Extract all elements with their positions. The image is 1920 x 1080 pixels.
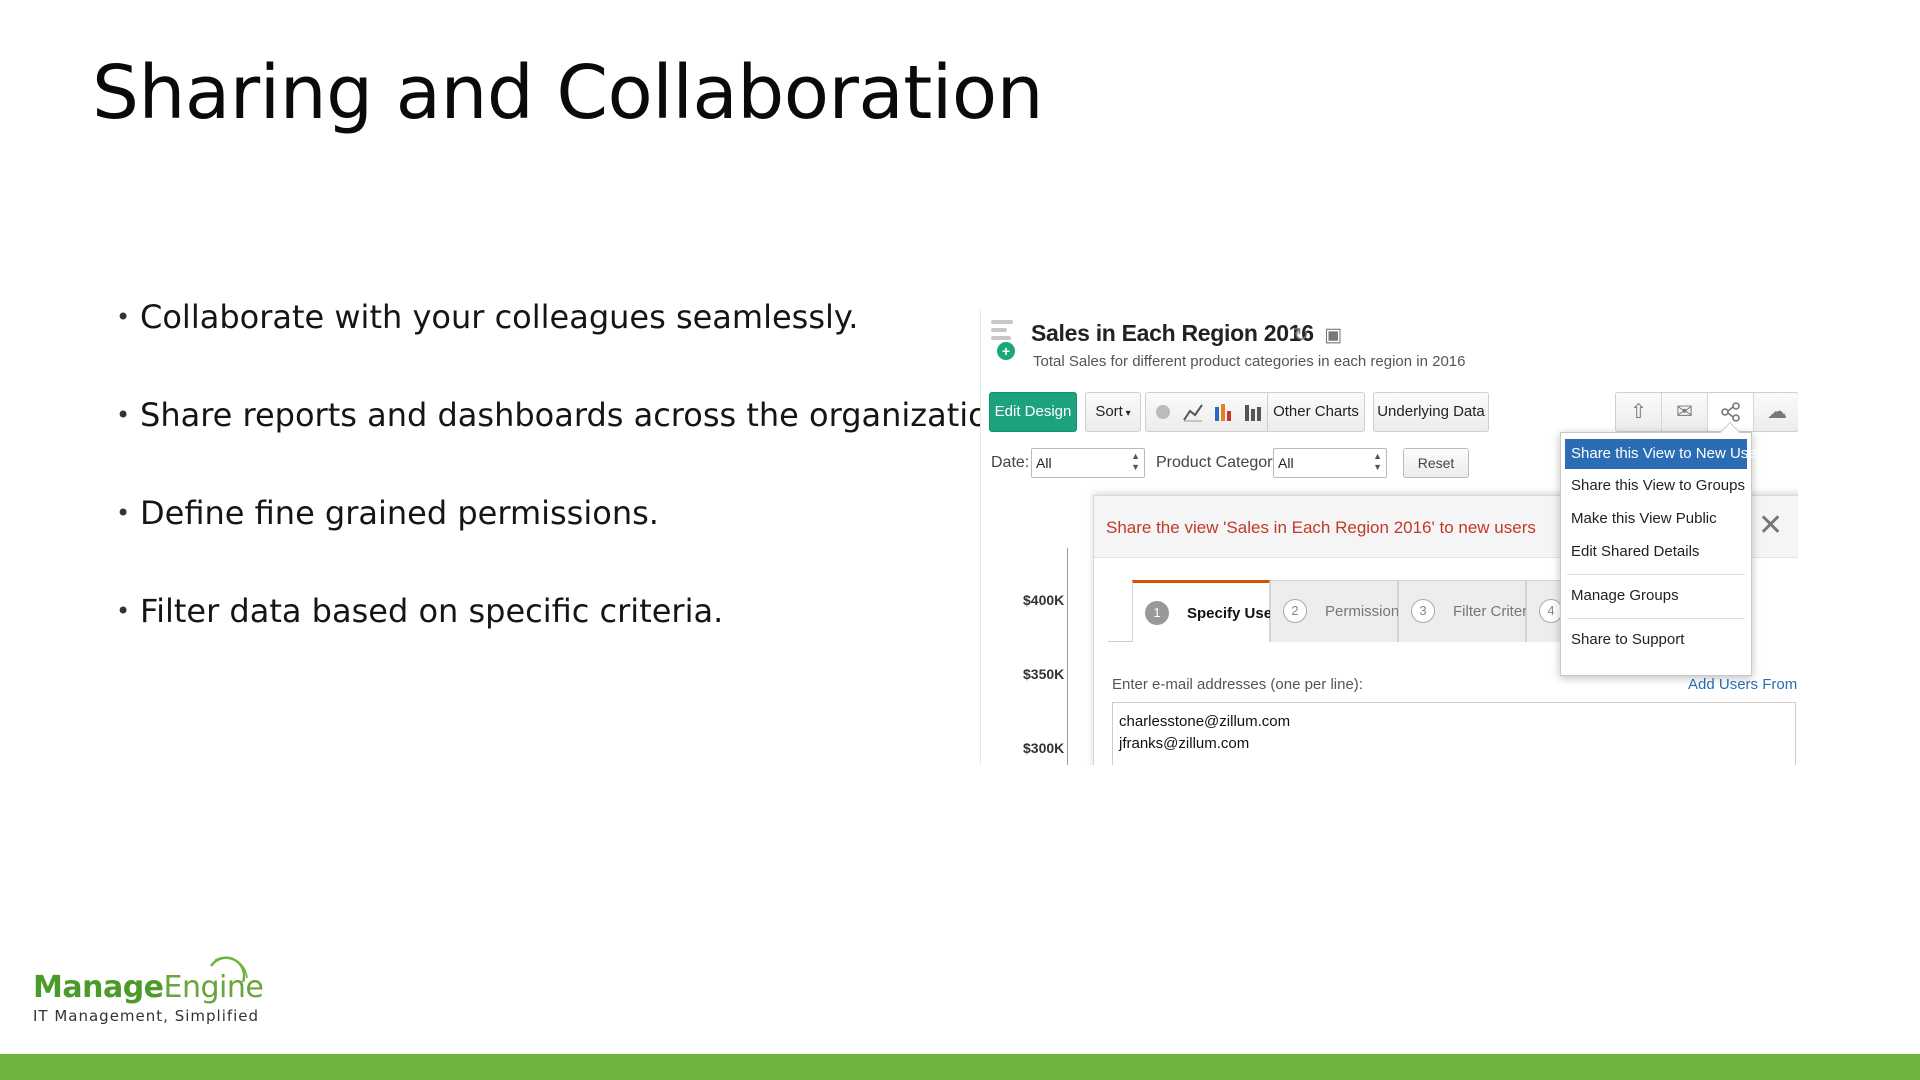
email-entry: charlesstone@zillum.com xyxy=(1119,713,1291,730)
toolbar: Edit Design Sort ▾ Other Charts Underlyi… xyxy=(989,392,1798,432)
category-filter-label: Product Category: xyxy=(1156,454,1285,471)
menu-share-new-users[interactable]: Share this View to New Users xyxy=(1565,439,1769,469)
add-users-from-link[interactable]: Add Users From ▾ xyxy=(1688,676,1798,693)
logo-arc-icon xyxy=(209,956,248,983)
bar-chart-icon[interactable] xyxy=(1212,401,1234,423)
app-screenshot: + Sales in Each Region 2016 ↻ ▣ Total Sa… xyxy=(980,310,1798,765)
menu-share-groups[interactable]: Share this View to Groups xyxy=(1565,471,1747,501)
other-charts-button[interactable]: Other Charts xyxy=(1267,392,1365,432)
spinner-arrows-icon: ▲ ▼ xyxy=(1131,451,1140,472)
email-field-label: Enter e-mail addresses (one per line): xyxy=(1112,676,1363,693)
action-icons: ⇧ ✉ ☁ xyxy=(1615,392,1798,432)
bullet-item: Share reports and dashboards across the … xyxy=(116,393,1018,491)
line-chart-icon[interactable] xyxy=(1182,401,1204,423)
slide-title: Sharing and Collaboration xyxy=(92,50,1044,136)
menu-edit-shared-details[interactable]: Edit Shared Details xyxy=(1565,537,1747,567)
dialog-title: Share the view 'Sales in Each Region 201… xyxy=(1106,518,1536,537)
email-entry: jfranks@zillum.com xyxy=(1119,735,1250,752)
category-filter-select[interactable]: All ▲ ▼ xyxy=(1273,448,1387,478)
bullet-item: Collaborate with your colleagues seamles… xyxy=(116,295,1018,393)
cloud-upload-icon[interactable]: ☁ xyxy=(1754,393,1798,431)
email-textarea[interactable]: charlesstone@zillum.com jfranks@zillum.c… xyxy=(1112,702,1796,765)
footer-bar xyxy=(0,1054,1920,1080)
refresh-icon[interactable]: ↻ xyxy=(1293,325,1309,346)
y-tick-label: $300K xyxy=(1023,740,1065,756)
close-icon[interactable]: ✕ xyxy=(1758,508,1783,543)
brand-tagline: IT Management, Simplified xyxy=(33,1007,260,1025)
email-icon[interactable]: ✉ xyxy=(1662,393,1708,431)
app-logo-icon[interactable]: + xyxy=(991,318,1017,360)
y-tick-label: $350K xyxy=(1023,666,1065,682)
tab-permissions[interactable]: 2 Permissions xyxy=(1270,580,1407,642)
export-icon[interactable]: ⇧ xyxy=(1616,393,1662,431)
spinner-arrows-icon: ▲ ▼ xyxy=(1373,451,1382,472)
brand-logo: ManageEngine IT Management, Simplified xyxy=(33,956,264,1025)
menu-manage-groups[interactable]: Manage Groups xyxy=(1565,581,1747,611)
tab-specify-users[interactable]: 1 Specify Users xyxy=(1132,580,1286,642)
caret-down-icon: ▾ xyxy=(1122,408,1131,419)
bullet-list: Collaborate with your colleagues seamles… xyxy=(116,295,1018,687)
reset-button[interactable]: Reset xyxy=(1403,448,1469,478)
date-filter-select[interactable]: All ▲ ▼ xyxy=(1031,448,1145,478)
view-subtitle: Total Sales for different product catego… xyxy=(1033,353,1466,370)
bullet-item: Define fine grained permissions. xyxy=(116,491,1018,589)
tab-filter-criteria[interactable]: 3 Filter Criteria xyxy=(1398,580,1539,642)
menu-make-public[interactable]: Make this View Public xyxy=(1565,504,1747,534)
underlying-data-button[interactable]: Underlying Data xyxy=(1373,392,1489,432)
share-menu: Share this View to New Users Share this … xyxy=(1560,422,1769,676)
pie-chart-icon[interactable] xyxy=(1152,401,1174,423)
date-filter-label: Date: xyxy=(991,454,1030,471)
stacked-bar-icon[interactable] xyxy=(1242,401,1264,423)
chart-y-axis xyxy=(1067,548,1068,765)
y-tick-label: $400K xyxy=(1023,592,1065,608)
menu-share-support[interactable]: Share to Support xyxy=(1565,625,1747,655)
view-title: Sales in Each Region 2016 xyxy=(1031,320,1314,346)
bullet-item: Filter data based on specific criteria. xyxy=(116,589,1018,687)
sort-button[interactable]: Sort ▾ xyxy=(1085,392,1141,432)
edit-design-button[interactable]: Edit Design xyxy=(989,392,1077,432)
caret-down-icon: ▾ xyxy=(1797,681,1798,692)
save-icon[interactable]: ▣ xyxy=(1324,325,1342,346)
